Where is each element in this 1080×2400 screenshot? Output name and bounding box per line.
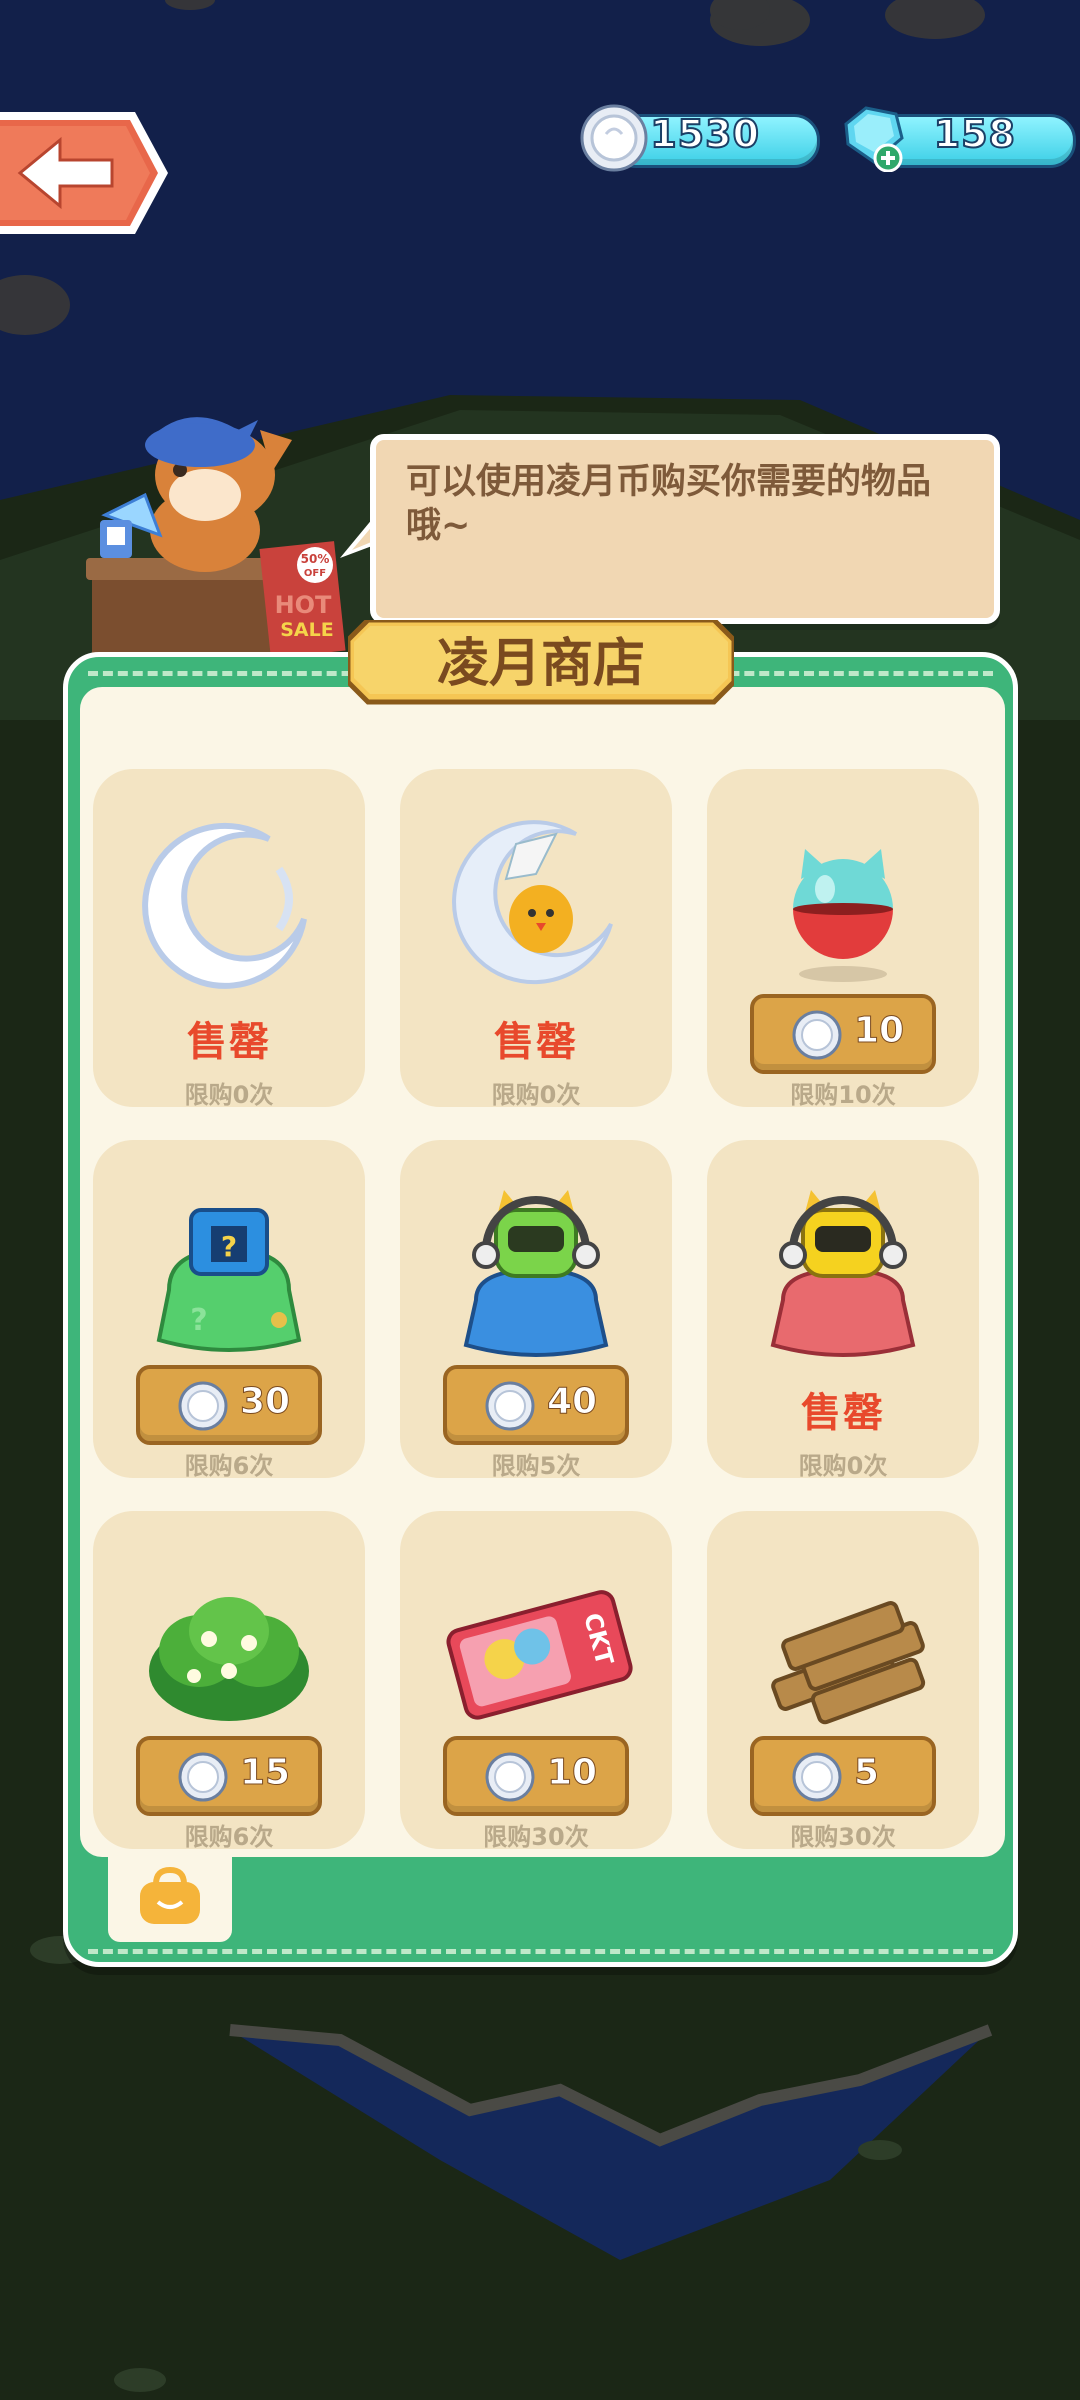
coin-icon [485,1752,535,1802]
item-price: 5 [853,1752,880,1794]
gem-icon [844,106,904,172]
yellow-robot-bag-icon [770,1190,916,1357]
purchase-limit: 限购6次 [184,1452,274,1480]
coin-icon [178,1381,228,1431]
shop-grid: 售罄 限购0次 售罄 限购0次 10 限购10次 ? ? 30 限购6次 40 … [80,687,1005,1857]
buy-button[interactable]: 15 [136,1736,322,1816]
shop-item-ticket[interactable]: CKT 10 限购30次 [400,1511,672,1851]
sign-percent: 50% [301,552,330,566]
purchase-limit: 限购5次 [491,1452,581,1480]
purchase-limit: 限购6次 [184,1823,274,1851]
item-price: 40 [546,1381,598,1423]
purchase-limit: 限购0次 [184,1081,274,1109]
moon-chick-icon [452,820,613,985]
coin-icon [485,1381,535,1431]
buy-button[interactable]: 40 [443,1365,629,1445]
coin-balance: 1530 [580,104,820,172]
svg-text:?: ? [221,1230,237,1263]
svg-text:?: ? [190,1303,207,1338]
shopping-bag-icon [140,1866,200,1924]
shopkeeper-npc: 50% OFF HOT SALE [86,417,346,660]
buy-button[interactable]: 30 [136,1365,322,1445]
back-button[interactable] [0,112,170,234]
tab-shop[interactable] [108,1850,232,1942]
shop-item-capsule[interactable]: 10 限购10次 [707,769,979,1109]
shop-item-moon-chick[interactable]: 售罄 限购0次 [400,769,672,1109]
sign-off: OFF [304,568,326,579]
capsule-icon [793,849,893,982]
coin-icon [580,104,648,172]
wood-logs-icon [771,1601,926,1725]
purchase-limit: 限购0次 [798,1452,888,1480]
shop-item-bush[interactable]: 15 限购6次 [93,1511,365,1851]
purchase-limit: 限购0次 [491,1081,581,1109]
bush-icon [149,1597,309,1721]
buy-button[interactable]: 10 [750,994,936,1074]
shop-item-wood-logs[interactable]: 5 限购30次 [707,1511,979,1851]
buy-button[interactable]: 5 [750,1736,936,1816]
coin-icon [792,1752,842,1802]
item-price: 10 [546,1752,598,1794]
npc-dialog: 可以使用凌月币购买你需要的物品哦~ [370,434,1000,624]
purchase-limit: 限购30次 [483,1823,589,1851]
shop-item-mystery-bag[interactable]: ? ? 30 限购6次 [93,1140,365,1480]
mystery-bag-icon: ? ? [156,1208,302,1352]
buy-button[interactable]: 10 [443,1736,629,1816]
gem-amount: 158 [933,111,1016,157]
sign-hot: HOT [275,591,332,619]
coin-icon [178,1752,228,1802]
ticket-icon: CKT [446,1590,633,1720]
item-price: 30 [239,1381,291,1423]
shop-item-yellow-robot-bag[interactable]: 售罄 限购0次 [707,1140,979,1480]
sign-sale: SALE [280,619,333,641]
item-price: 15 [239,1752,291,1794]
hot-sale-sign: 50% OFF HOT SALE [259,541,346,659]
moon-ring-icon [142,822,307,989]
purchase-limit: 限购10次 [790,1081,896,1109]
coin-amount: 1530 [649,111,760,157]
sold-out-label: 售罄 [801,1390,885,1436]
coin-icon [792,1010,842,1060]
sold-out-label: 售罄 [187,1019,271,1065]
green-robot-bag-icon [463,1190,609,1357]
shop-title: 凌月商店 [436,634,645,694]
shop-item-moon-ring[interactable]: 售罄 限购0次 [93,769,365,1109]
shop-item-green-robot-bag[interactable]: 40 限购5次 [400,1140,672,1480]
purchase-limit: 限购30次 [790,1823,896,1851]
item-price: 10 [853,1010,905,1052]
gem-balance[interactable]: 158 [840,106,1076,172]
shop-panel: 售罄 限购0次 售罄 限购0次 10 限购10次 ? ? 30 限购6次 40 … [63,652,1018,1967]
dialog-text: 可以使用凌月币购买你需要的物品哦~ [406,462,932,546]
sold-out-label: 售罄 [494,1019,578,1065]
